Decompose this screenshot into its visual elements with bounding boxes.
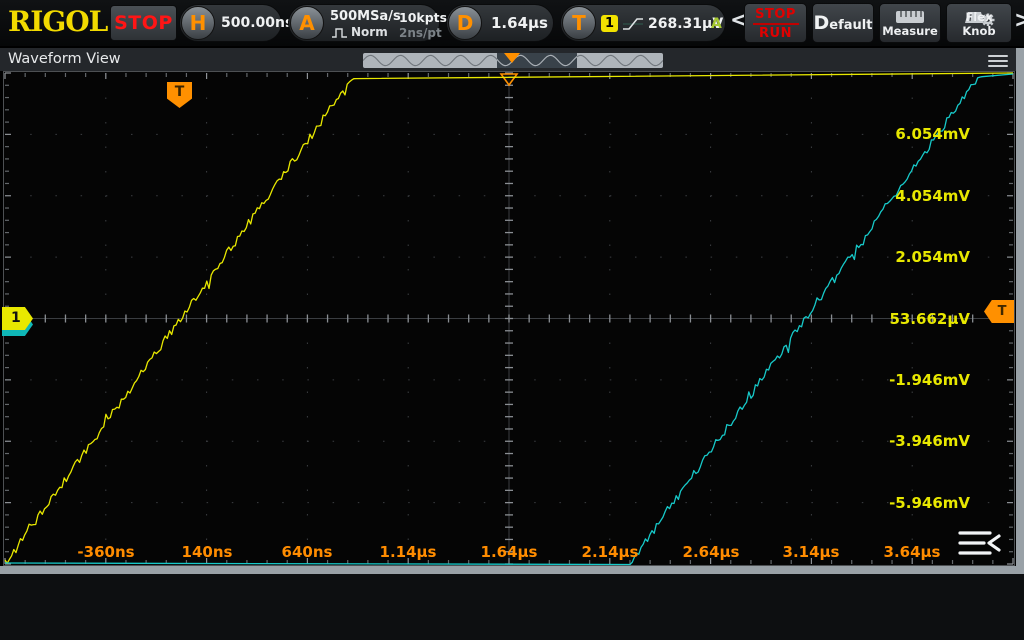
default-label-rest: efault bbox=[829, 18, 872, 33]
oscilloscope-screen: RIGOL STOP H 500.00ns/ A 500MSa/s Norm 1… bbox=[0, 0, 1024, 640]
y-axis-label: -1.946mV bbox=[889, 371, 970, 389]
flex-knob-button[interactable]: Flex Knob bbox=[946, 3, 1012, 43]
top-toolbar: RIGOL STOP H 500.00ns/ A 500MSa/s Norm 1… bbox=[0, 0, 1024, 46]
trigger-sweep-mode: A bbox=[711, 5, 722, 43]
measure-label: Measure bbox=[880, 24, 940, 38]
bottom-bezel-strip bbox=[0, 566, 1024, 574]
measure-button[interactable]: Measure bbox=[879, 3, 941, 43]
waveform-view-title: Waveform View bbox=[8, 48, 121, 71]
stop-run-label-stop: STOP bbox=[745, 6, 806, 23]
ruler-icon bbox=[895, 10, 925, 24]
x-axis-label: 3.14µs bbox=[783, 543, 840, 561]
right-bezel-strip bbox=[1016, 48, 1024, 574]
sample-rate-value: 500MSa/s bbox=[330, 9, 401, 24]
time-per-point-value: 2ns/pt bbox=[399, 26, 442, 40]
default-label-initial: D bbox=[814, 12, 830, 34]
acquire-group[interactable]: A 500MSa/s Norm 10kpts 2ns/pt bbox=[288, 4, 440, 42]
waveform-view-menu-icon[interactable] bbox=[988, 52, 1008, 70]
rising-edge-icon bbox=[622, 15, 644, 33]
horizontal-scale-group[interactable]: H 500.00ns/ bbox=[179, 4, 282, 42]
channel-status-bar: R CH1 2.00mV/ Ω -53.66µV CH2 2.00mV/ -15… bbox=[0, 574, 1024, 640]
x-axis-label: 3.64µs bbox=[884, 543, 941, 561]
x-axis-label: 1.14µs bbox=[380, 543, 437, 561]
horizontal-knob[interactable]: H bbox=[181, 6, 215, 40]
memory-depth-value: 10kpts bbox=[399, 10, 447, 25]
trigger-source-badge: 1 bbox=[601, 15, 618, 32]
x-axis-label: 2.64µs bbox=[683, 543, 740, 561]
x-axis-label: -360ns bbox=[77, 543, 134, 561]
acquire-knob[interactable]: A bbox=[290, 6, 324, 40]
toolbar-next-arrow[interactable]: > bbox=[1014, 8, 1024, 33]
x-axis-label: 2.14µs bbox=[582, 543, 639, 561]
stop-run-label-run: RUN bbox=[745, 25, 806, 42]
y-axis-label: 53.662µV bbox=[889, 310, 970, 328]
x-axis-label: 1.64µs bbox=[481, 543, 538, 561]
y-axis-label: 4.054mV bbox=[895, 187, 970, 205]
square-wave-icon bbox=[331, 27, 349, 39]
flex-knob-label: Flex Knob bbox=[947, 10, 1011, 38]
trigger-group[interactable]: T 1 268.31µV A bbox=[560, 4, 726, 42]
acquire-mode-value: Norm bbox=[351, 25, 388, 39]
default-button[interactable]: Default bbox=[812, 3, 874, 43]
graticule bbox=[3, 71, 1015, 566]
x-axis-label: 640ns bbox=[282, 543, 333, 561]
x-axis-label: 140ns bbox=[182, 543, 233, 561]
rigol-logo: RIGOL bbox=[8, 5, 107, 38]
y-axis-label: 6.054mV bbox=[895, 125, 970, 143]
delay-value: 1.64µs bbox=[491, 5, 548, 41]
horizontal-scale-value: 500.00ns/ bbox=[221, 5, 298, 41]
acquisition-status-badge: STOP bbox=[110, 5, 177, 41]
y-axis-label: -3.946mV bbox=[889, 432, 970, 450]
y-axis-label: -5.946mV bbox=[889, 494, 970, 512]
y-axis-label: 2.054mV bbox=[895, 248, 970, 266]
memory-position-overview[interactable] bbox=[363, 53, 663, 68]
delay-group[interactable]: D 1.64µs bbox=[446, 4, 554, 42]
graticule-menu-icon[interactable] bbox=[958, 530, 1002, 560]
stop-run-button[interactable]: STOP RUN bbox=[744, 3, 807, 43]
trigger-knob[interactable]: T bbox=[562, 6, 596, 40]
delay-knob[interactable]: D bbox=[448, 6, 482, 40]
